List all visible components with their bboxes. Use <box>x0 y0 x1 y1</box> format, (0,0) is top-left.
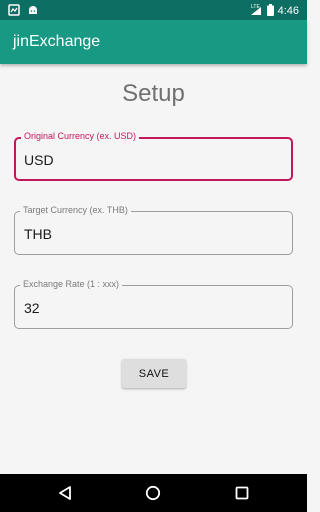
status-bar: LTE 4:46 <box>0 0 307 20</box>
save-button[interactable]: SAVE <box>122 359 186 388</box>
lte-icon: LTE <box>250 3 263 19</box>
original-currency-value[interactable]: USD <box>24 152 54 168</box>
original-currency-label: Original Currency (ex. USD) <box>21 131 140 141</box>
target-currency-value[interactable]: THB <box>24 226 52 242</box>
target-currency-field[interactable]: Target Currency (ex. THB) THB <box>14 205 293 255</box>
battery-icon <box>266 3 274 19</box>
navigation-bar <box>0 474 307 512</box>
recents-icon[interactable] <box>232 483 252 503</box>
home-icon[interactable] <box>143 483 163 503</box>
app-bar: jinExchange <box>0 20 307 64</box>
page-title: Setup <box>122 80 185 107</box>
target-currency-label: Target Currency (ex. THB) <box>20 205 131 215</box>
status-time: 4:46 <box>277 5 299 17</box>
notification-icon <box>8 3 20 21</box>
original-currency-field[interactable]: Original Currency (ex. USD) USD <box>14 131 293 181</box>
exchange-rate-value[interactable]: 32 <box>24 300 40 316</box>
exchange-rate-label: Exchange Rate (1 : xxx) <box>20 279 123 289</box>
app-title: jinExchange <box>13 33 101 50</box>
back-icon[interactable] <box>55 483 75 503</box>
android-icon <box>27 3 39 21</box>
exchange-rate-field[interactable]: Exchange Rate (1 : xxx) 32 <box>14 279 293 329</box>
